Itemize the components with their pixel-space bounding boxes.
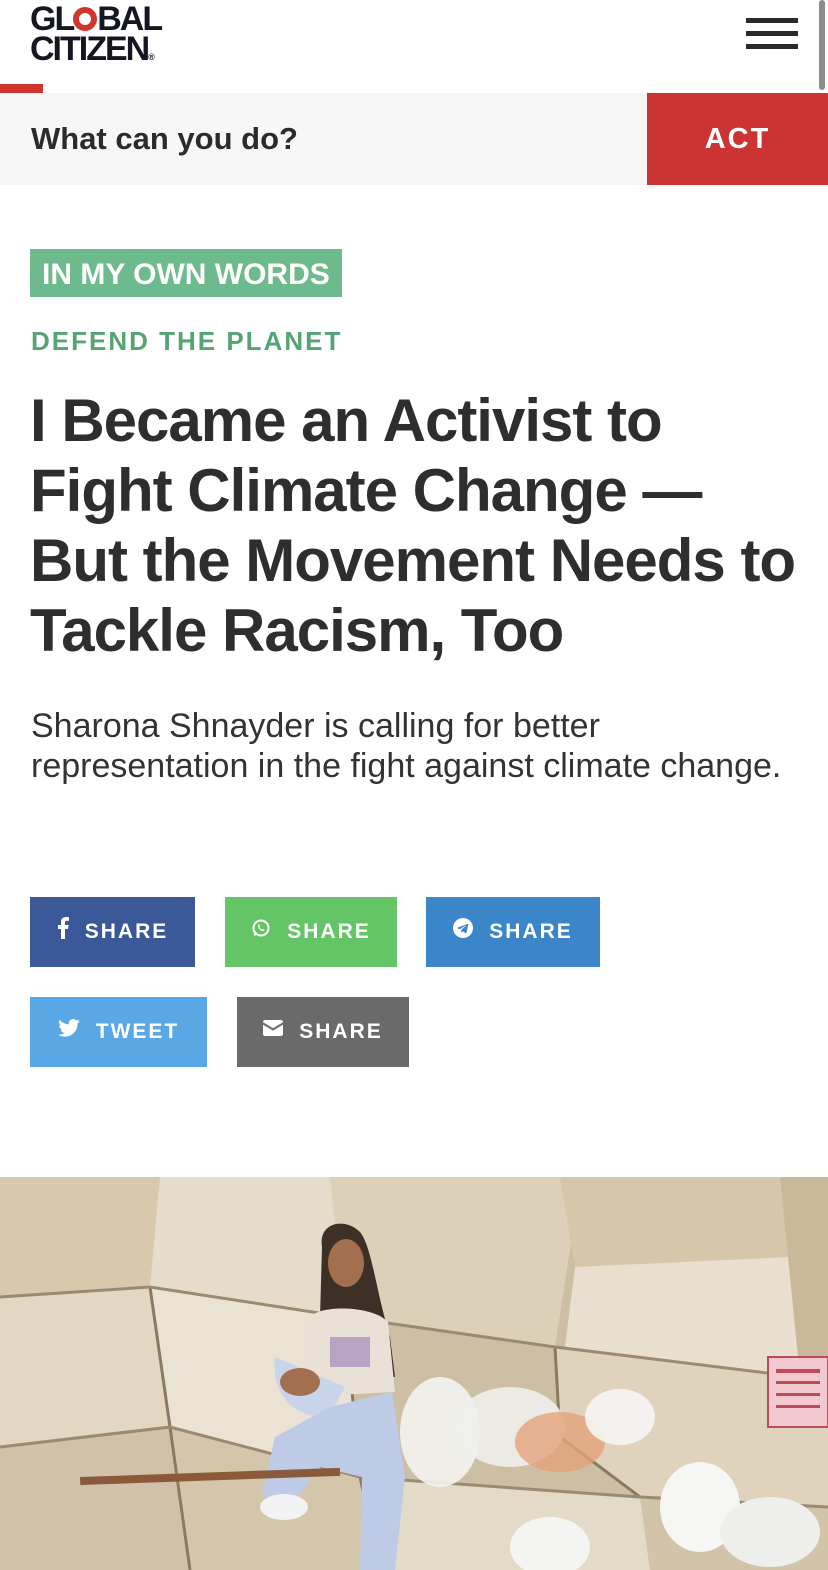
- twitter-share-button[interactable]: TWEET: [30, 997, 207, 1067]
- telegram-icon: [453, 918, 474, 938]
- whatsapp-share-label: SHARE: [287, 920, 371, 943]
- twitter-share-label: TWEET: [95, 1020, 180, 1043]
- hamburger-menu-icon[interactable]: [746, 18, 798, 52]
- email-share-label: SHARE: [299, 1020, 383, 1043]
- category-link[interactable]: DEFEND THE PLANET: [31, 326, 342, 357]
- telegram-share-button[interactable]: SHARE: [426, 897, 600, 967]
- act-button[interactable]: ACT: [647, 93, 828, 185]
- scrollbar[interactable]: [819, 0, 825, 90]
- site-header: GL BAL CITIZEN®: [0, 0, 828, 93]
- header-accent-bar: [0, 84, 43, 93]
- telegram-share-label: SHARE: [489, 920, 573, 943]
- global-citizen-logo[interactable]: GL BAL CITIZEN®: [30, 2, 163, 72]
- article-title: I Became an Activist to Fight Climate Ch…: [30, 387, 796, 664]
- article-hero-image: [0, 1177, 828, 1570]
- series-tag-badge[interactable]: IN MY OWN WORDS: [30, 249, 342, 297]
- twitter-icon: [57, 1019, 80, 1037]
- whatsapp-share-button[interactable]: SHARE: [225, 897, 397, 967]
- action-band: What can you do? ACT: [0, 93, 828, 185]
- facebook-icon: [57, 917, 69, 939]
- email-share-button[interactable]: SHARE: [237, 997, 409, 1067]
- article-subtitle: Sharona Shnayder is calling for better r…: [31, 707, 782, 785]
- action-prompt: What can you do?: [31, 121, 298, 156]
- whatsapp-icon: [251, 918, 271, 938]
- email-icon: [263, 1020, 284, 1036]
- facebook-share-label: SHARE: [84, 920, 169, 943]
- logo-o-ring: [73, 7, 98, 31]
- facebook-share-button[interactable]: SHARE: [30, 897, 195, 967]
- logo-line-2: CITIZEN®: [30, 30, 155, 68]
